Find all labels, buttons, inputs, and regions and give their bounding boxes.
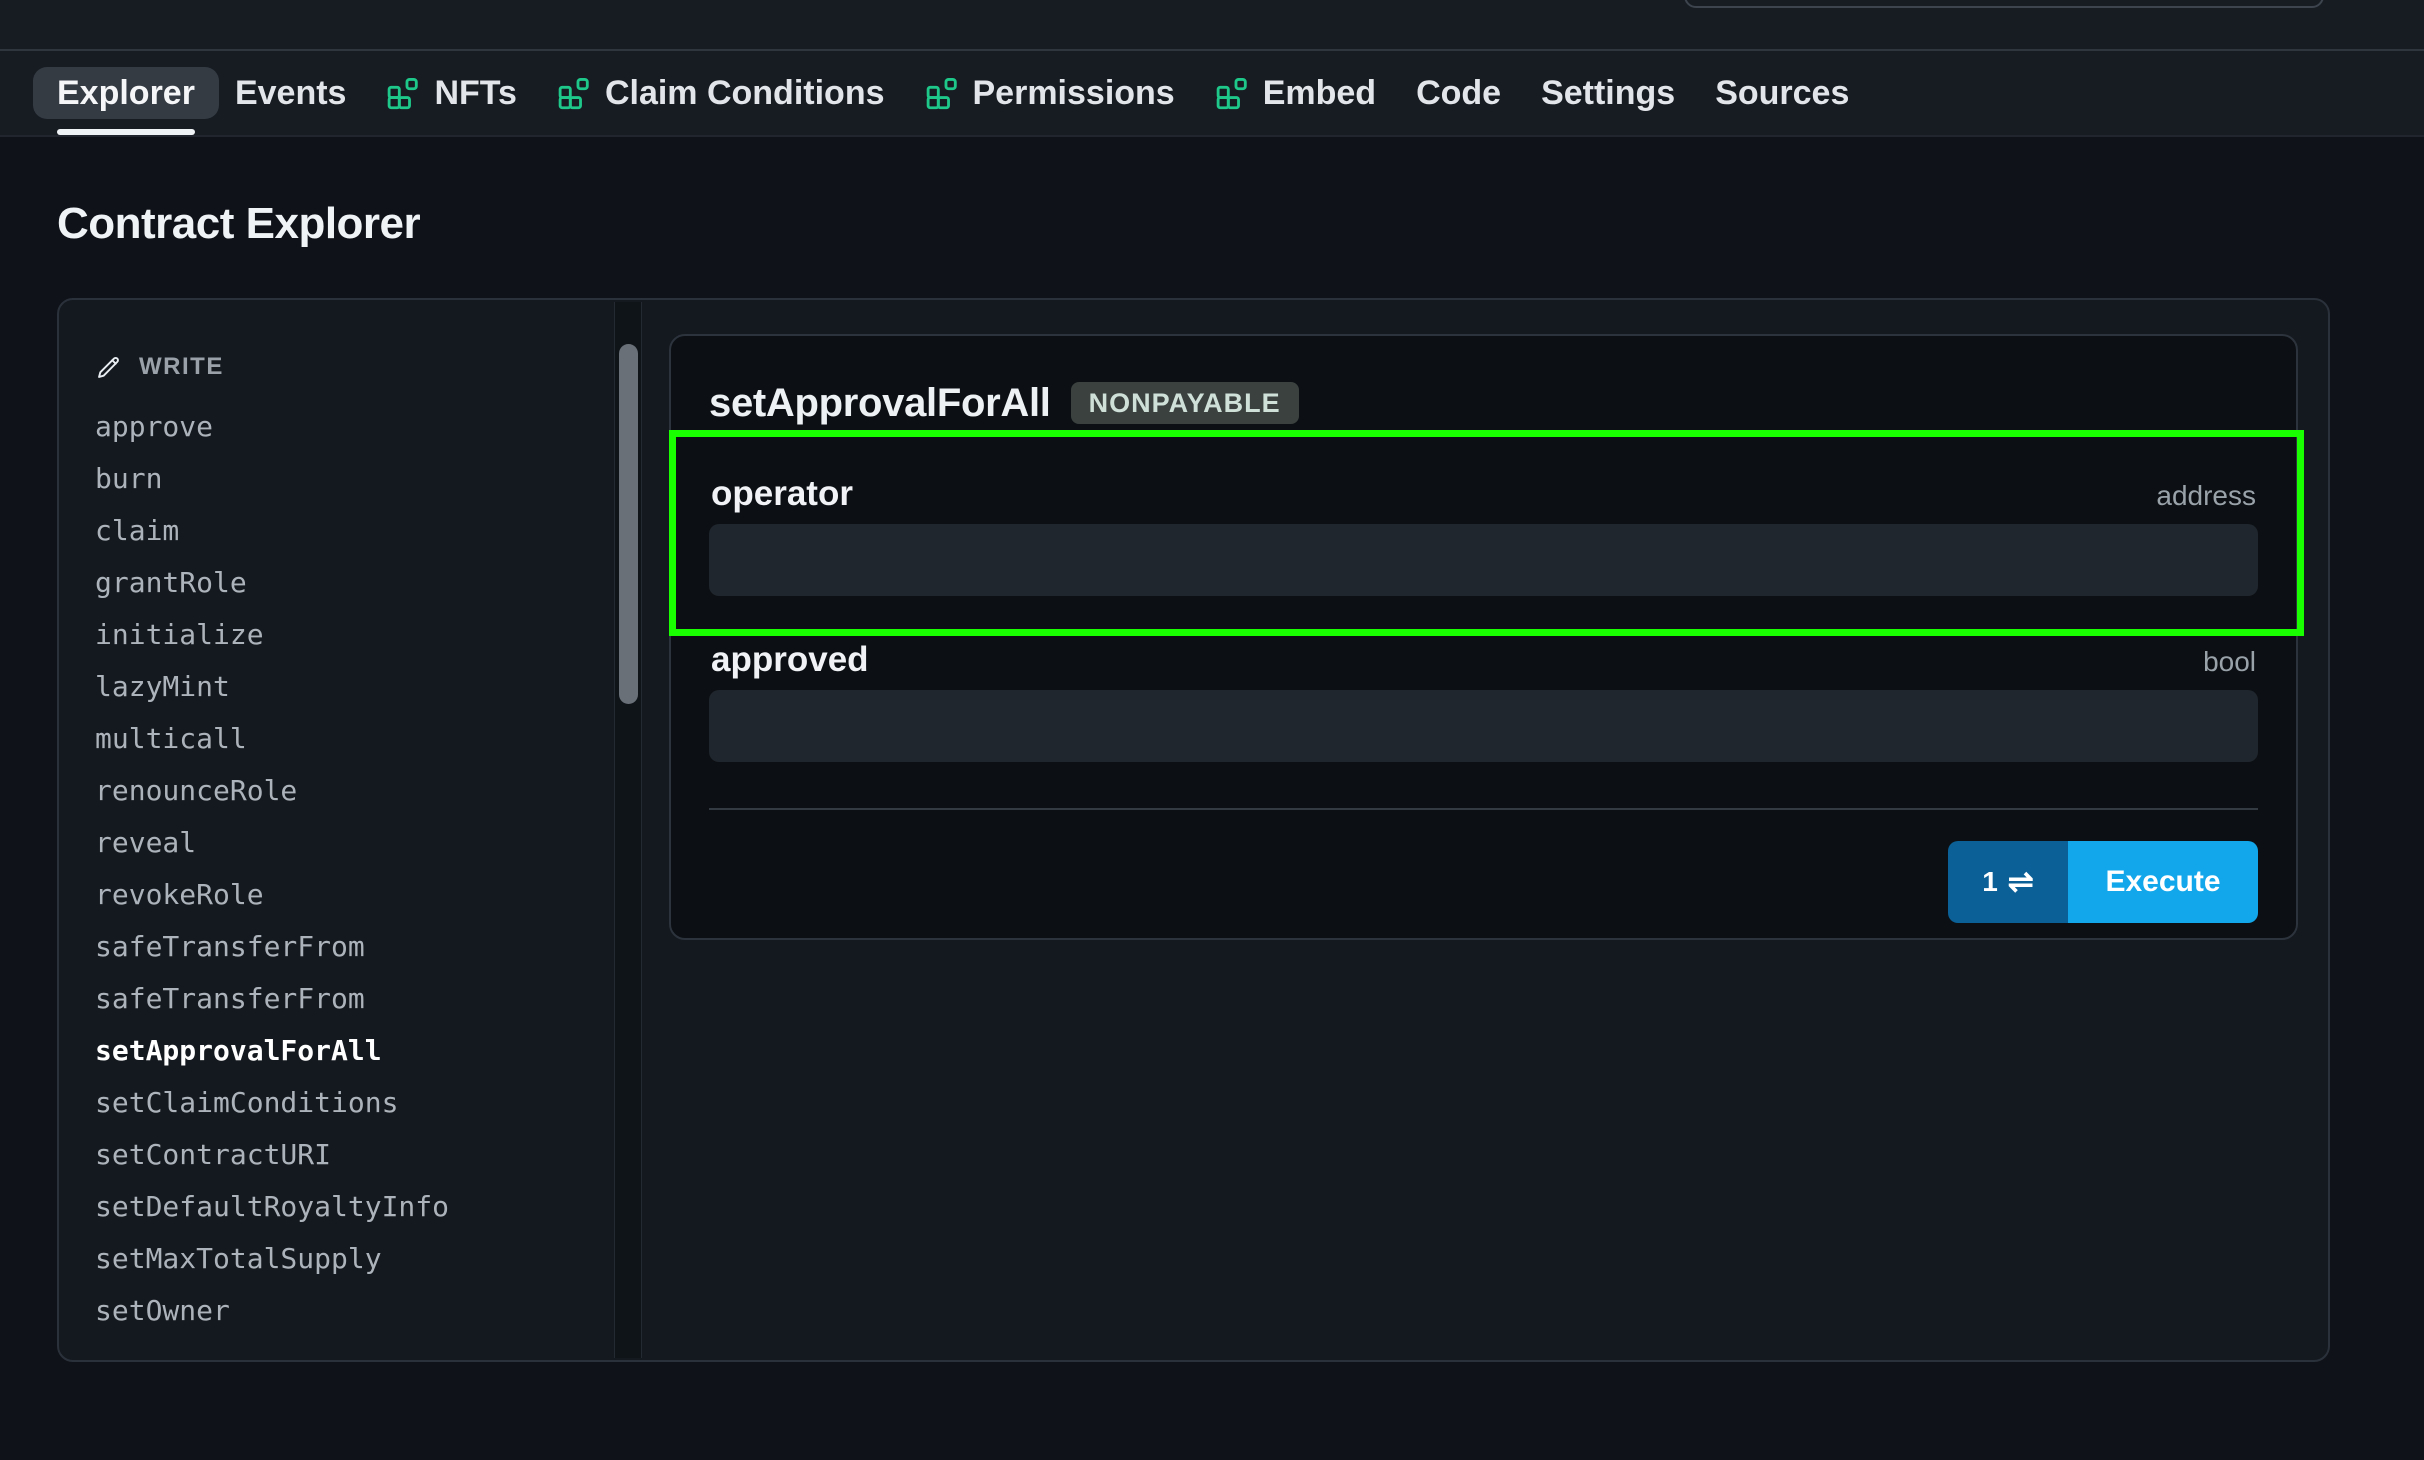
function-list-item[interactable]: setApprovalForAll	[95, 1024, 611, 1076]
contract-tabs-nav: Explorer Events NFTs Cla	[0, 51, 2424, 137]
tab-sources[interactable]: Sources	[1715, 51, 1849, 135]
tab-code[interactable]: Code	[1416, 51, 1501, 135]
function-list-item[interactable]: approve	[95, 400, 611, 452]
queue-count-button[interactable]: 1 ⇌	[1948, 841, 2068, 923]
function-list-item[interactable]: safeTransferFrom	[95, 972, 611, 1024]
function-card: setApprovalForAll NONPAYABLE operator ad…	[669, 334, 2298, 940]
active-tab-underline	[57, 129, 195, 135]
explorer-panel: WRITE approveburnclaimgrantRoleinitializ…	[57, 298, 2330, 1362]
function-card-header: setApprovalForAll NONPAYABLE	[709, 376, 2258, 430]
param-header: operator address	[709, 474, 2258, 508]
tab-events[interactable]: Events	[235, 51, 347, 135]
function-list-item[interactable]: multicall	[95, 712, 611, 764]
function-name: setApprovalForAll	[709, 381, 1051, 426]
function-list-item[interactable]: burn	[95, 452, 611, 504]
extension-detected-icon	[925, 76, 959, 110]
nav-tab-label: Sources	[1715, 74, 1849, 113]
function-list-item[interactable]: setDefaultRoyaltyInfo	[95, 1180, 611, 1232]
tab-settings[interactable]: Settings	[1541, 51, 1675, 135]
nav-tab-label: Embed	[1263, 74, 1376, 113]
pencil-icon	[95, 354, 122, 381]
nav-tab-label: Settings	[1541, 74, 1675, 113]
function-list-item[interactable]: setClaimConditions	[95, 1076, 611, 1128]
param-type: bool	[2203, 646, 2256, 678]
extension-detected-icon	[557, 76, 591, 110]
nav-tab-label: Claim Conditions	[605, 74, 885, 113]
function-list-item[interactable]: claim	[95, 504, 611, 556]
swap-arrows-icon: ⇌	[2008, 864, 2034, 900]
cutoff-toolbar-element[interactable]	[1684, 0, 2324, 8]
write-section-header: WRITE	[95, 350, 611, 384]
tab-list: Explorer Events NFTs Cla	[57, 51, 1849, 135]
nav-tab-label: Events	[235, 74, 347, 113]
tab-nfts[interactable]: NFTs	[386, 51, 516, 135]
footer-divider	[709, 808, 2258, 810]
nav-tab-label: Explorer	[57, 74, 195, 113]
param-input[interactable]	[709, 524, 2258, 596]
function-list: approveburnclaimgrantRoleinitializelazyM…	[95, 400, 611, 1336]
card-footer: 1 ⇌ Execute	[709, 841, 2258, 923]
tab-claim-conditions[interactable]: Claim Conditions	[557, 51, 885, 135]
execute-button-group: 1 ⇌ Execute	[1948, 841, 2258, 923]
extension-detected-icon	[1215, 76, 1249, 110]
param-name: operator	[711, 474, 853, 514]
execute-button[interactable]: Execute	[2068, 841, 2258, 923]
tab-permissions[interactable]: Permissions	[925, 51, 1175, 135]
app-root: Explorer Events NFTs Cla	[0, 0, 2424, 249]
header-strip	[0, 0, 2424, 51]
param-row-approved: approved bool	[709, 640, 2258, 762]
function-list-item[interactable]: renounceRole	[95, 764, 611, 816]
param-row-operator: operator address	[709, 474, 2258, 596]
function-list-item[interactable]: setMaxTotalSupply	[95, 1232, 611, 1284]
tab-embed[interactable]: Embed	[1215, 51, 1376, 135]
param-type: address	[2156, 480, 2256, 512]
queue-count: 1	[1982, 866, 1998, 898]
nav-tab-label: NFTs	[434, 74, 516, 113]
param-header: approved bool	[709, 640, 2258, 674]
param-section: operator address approved bool	[709, 474, 2258, 762]
nav-tab-label: Permissions	[973, 74, 1175, 113]
scrollbar-thumb[interactable]	[619, 344, 638, 704]
param-input[interactable]	[709, 690, 2258, 762]
function-list-item[interactable]: setContractURI	[95, 1128, 611, 1180]
function-list-item[interactable]: lazyMint	[95, 660, 611, 712]
sidebar-scrollbar[interactable]	[614, 302, 642, 1358]
function-sidebar: WRITE approveburnclaimgrantRoleinitializ…	[59, 300, 611, 1336]
function-list-item[interactable]: grantRole	[95, 556, 611, 608]
param-name: approved	[711, 640, 869, 680]
function-list-item[interactable]: setOwner	[95, 1284, 611, 1336]
nav-tab-label: Code	[1416, 74, 1501, 113]
extension-detected-icon	[386, 76, 420, 110]
function-list-item[interactable]: revokeRole	[95, 868, 611, 920]
mutability-badge: NONPAYABLE	[1071, 382, 1299, 424]
function-list-item[interactable]: initialize	[95, 608, 611, 660]
page-title: Contract Explorer	[57, 199, 2424, 249]
function-list-item[interactable]: reveal	[95, 816, 611, 868]
function-list-item[interactable]: safeTransferFrom	[95, 920, 611, 972]
write-section-label: WRITE	[139, 353, 224, 381]
tab-explorer[interactable]: Explorer	[57, 51, 195, 135]
